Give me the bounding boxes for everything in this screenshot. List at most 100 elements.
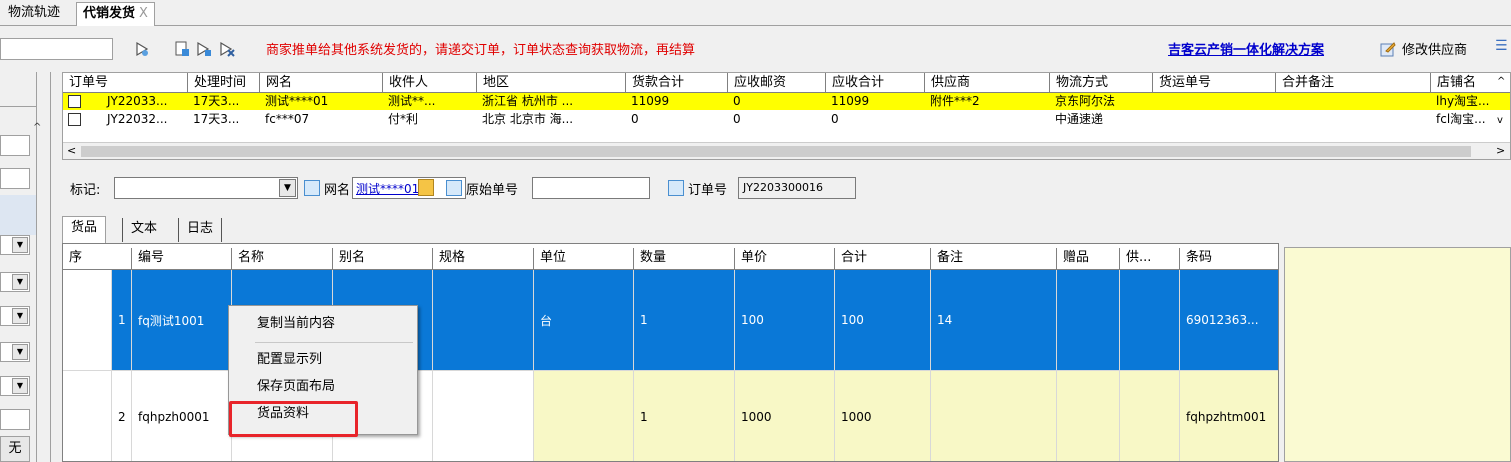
cell-goods-total: 0 [631,112,639,126]
cell-goods-total: 11099 [631,94,670,108]
col-name[interactable]: 名称 [231,248,332,270]
col-sum[interactable]: 合计 [834,248,930,270]
col-seq[interactable]: 序 [63,248,111,270]
horizontal-scrollbar[interactable]: < > [63,142,1510,159]
col-merge-note[interactable]: 合并备注 [1275,73,1430,93]
chevron-down-icon: ▼ [12,344,28,360]
chevron-up-icon[interactable]: ^ [1497,76,1505,87]
scrollbar-thumb[interactable] [81,146,1471,157]
chevron-down-icon: ▼ [12,308,28,324]
col-shop[interactable]: 店铺名 [1430,73,1495,93]
tab-text[interactable]: 文本 [122,218,165,242]
filter-section [0,195,36,235]
menu-icon[interactable]: ☰ [1495,38,1508,54]
col-time[interactable]: 处理时间 [187,73,259,93]
modify-supplier-button[interactable]: 修改供应商 [1402,39,1467,58]
cell-waybill [1152,93,1275,110]
table-row[interactable]: JY22033... 17天3... 测试****01 测试**... 浙江省 … [63,93,1510,110]
menu-item-copy-content[interactable]: 复制当前内容 [257,313,335,335]
highlight-box [229,401,358,437]
filter-dropdown-2[interactable]: ▼ [0,272,30,292]
row-checkbox[interactable] [68,95,81,108]
filter-dropdown-5[interactable]: ▼ [0,376,30,396]
col-order-no[interactable]: 订单号 [63,73,187,93]
cell-code: fqhpzh0001 [131,371,231,461]
col-alias[interactable]: 别名 [332,248,432,270]
col-waybill[interactable]: 货运单号 [1152,73,1275,93]
cell-merge-note [1275,111,1430,128]
cell-unit [533,371,633,461]
splitter[interactable] [50,72,51,462]
col-supplier[interactable]: 供应商 [924,73,1049,93]
chevron-down-icon[interactable]: ▼ [279,179,296,197]
mark-dropdown[interactable]: ▼ [114,177,298,199]
chevron-right-icon[interactable]: > [1496,144,1505,157]
cell-sup [1119,270,1179,370]
order-detail-bar: 标记: ▼ 网名 测试****01 原始单号 订单号 JY2203300016 [62,160,1511,212]
col-price[interactable]: 单价 [734,248,834,270]
doc-send-icon[interactable] [196,41,212,57]
orig-order-field[interactable] [532,177,650,199]
col-total[interactable]: 应收合计 [825,73,924,93]
tab-log[interactable]: 日志 [178,218,223,242]
col-logistics[interactable]: 物流方式 [1049,73,1152,93]
filter-input-1[interactable] [0,135,30,156]
row-checkbox[interactable] [68,113,81,126]
col-barcode[interactable]: 条码 [1179,248,1278,270]
doc-cancel-icon[interactable] [219,41,235,57]
col-gift[interactable]: 赠品 [1056,248,1119,270]
cell-note [930,371,1056,461]
nick-value[interactable]: 测试****01 [356,180,419,197]
col-qty[interactable]: 数量 [633,248,734,270]
col-goods-total[interactable]: 货款合计 [625,73,727,93]
copy-icon[interactable] [446,180,462,196]
order-label: 订单号 [688,183,728,198]
order-no-field[interactable]: JY2203300016 [738,177,856,199]
filter-dropdown-4[interactable]: ▼ [0,342,30,362]
promo-link[interactable]: 吉客云产销一体化解决方案 [1168,39,1324,58]
filter-input-3[interactable] [0,409,30,430]
orig-label: 原始单号 [466,183,519,198]
cell-qty: 1 [633,371,734,461]
tab-logistics-track[interactable]: 物流轨迹 [2,2,66,26]
filter-input-2[interactable] [0,168,30,189]
cell-barcode: fqhpzhtm001 [1179,371,1278,461]
col-postage[interactable]: 应收邮资 [727,73,825,93]
tab-label: 代销发货 [83,6,136,21]
chevron-left-icon[interactable]: < [67,144,76,157]
filter-dropdown-1[interactable]: ▼ [0,235,30,255]
col-region[interactable]: 地区 [476,73,625,93]
detail-tabs: 货品 文本 日志 [62,212,1511,243]
chevron-down-icon[interactable]: v [1497,115,1503,126]
search-arrow-icon[interactable] [134,41,150,57]
search-input[interactable] [0,38,113,60]
menu-item-config-columns[interactable]: 配置显示列 [257,349,322,371]
copy-icon[interactable] [304,180,320,196]
table-row[interactable]: JY22032... 17天3... fc***07 付*利 北京 北京市 海.… [63,111,1510,128]
cell-waybill [1152,111,1275,128]
col-unit[interactable]: 单位 [533,248,633,270]
tab-consign-ship[interactable]: 代销发货 X [76,2,155,26]
none-button[interactable]: 无 [0,436,30,462]
memo-panel[interactable] [1284,247,1511,462]
col-code[interactable]: 编号 [131,248,231,270]
copy-icon[interactable] [668,180,684,196]
col-note[interactable]: 备注 [930,248,1056,270]
tab-goods[interactable]: 货品 [62,216,107,243]
chevron-up-icon[interactable]: ^ [33,122,45,136]
menu-item-save-layout[interactable]: 保存页面布局 [257,376,335,398]
cell-spec [432,371,533,461]
doc-edit-icon[interactable] [174,41,190,57]
close-icon[interactable]: X [139,6,148,21]
col-receiver[interactable]: 收件人 [382,73,476,93]
order-grid: 订单号 处理时间 网名 收件人 地区 货款合计 应收邮资 应收合计 供应商 物流… [62,72,1511,160]
cell-sum: 100 [834,270,930,370]
cell-gift [1056,270,1119,370]
lock-icon[interactable] [418,179,434,196]
col-nick[interactable]: 网名 [259,73,382,93]
cell-price: 100 [734,270,834,370]
filter-dropdown-3[interactable]: ▼ [0,306,30,326]
col-spec[interactable]: 规格 [432,248,533,270]
col-sup[interactable]: 供... [1119,248,1179,270]
cell-total: 11099 [831,94,870,108]
